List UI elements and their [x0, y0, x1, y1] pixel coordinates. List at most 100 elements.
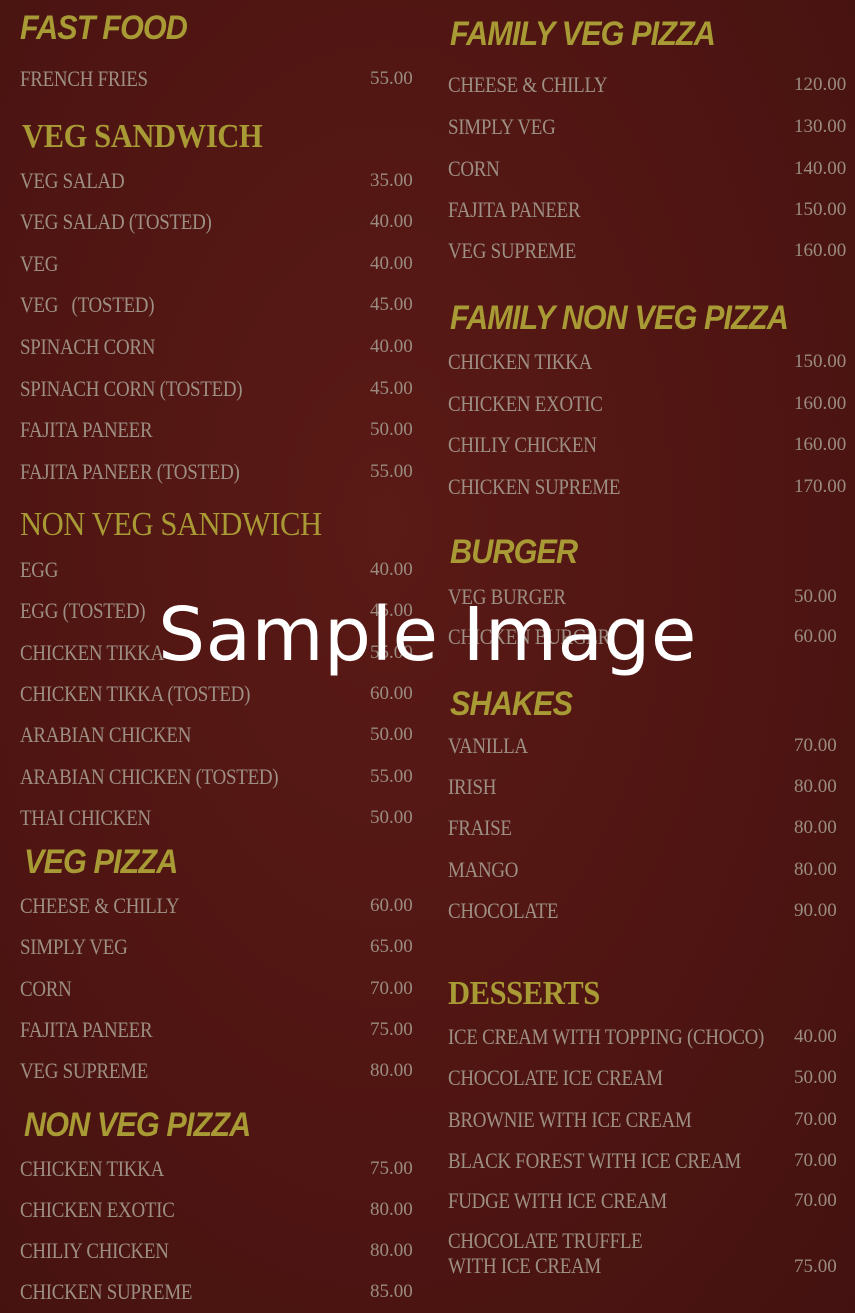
menu-item: VEG SALAD (TOSTED) 40.00	[0, 207, 430, 237]
item-name: CHEESE & CHILLY	[20, 893, 180, 918]
item-price: 60.00	[370, 683, 413, 704]
item-name: FAJITA PANEER	[20, 1017, 153, 1042]
item-price: 50.00	[370, 807, 413, 828]
menu-item: FAJITA PANEER 50.00	[0, 415, 430, 445]
menu-item: CHICKEN TIKKA (TOSTED) 60.00	[0, 679, 430, 709]
section-heading-veg-sandwich: VEG SANDWICH	[22, 118, 263, 155]
item-name: CORN	[20, 976, 72, 1001]
item-name: ARABIAN CHICKEN	[20, 722, 192, 747]
item-name: CHICKEN TIKKA	[20, 1156, 164, 1181]
item-price: 45.00	[370, 378, 413, 399]
item-name: CHOCOLATE TRUFFLE WITH ICE CREAM	[448, 1228, 643, 1278]
item-name: VEG SALAD (TOSTED)	[20, 209, 212, 234]
menu-item: FAJITA PANEER 75.00	[0, 1015, 430, 1045]
menu-item: ICE CREAM WITH TOPPING (CHOCO) 40.00	[440, 1022, 855, 1052]
item-price: 45.00	[370, 294, 413, 315]
item-price: 50.00	[794, 1067, 837, 1088]
item-name: CHOCOLATE ICE CREAM	[448, 1065, 663, 1090]
item-price: 150.00	[794, 351, 847, 372]
item-name: FAJITA PANEER (TOSTED)	[20, 459, 240, 484]
item-name: CHICKEN TIKKA (TOSTED)	[20, 681, 251, 706]
item-price: 40.00	[370, 211, 413, 232]
menu-item: BROWNIE WITH ICE CREAM 70.00	[440, 1105, 855, 1135]
item-price: 75.00	[370, 1158, 413, 1179]
item-price: 70.00	[794, 1109, 837, 1130]
item-price: 40.00	[794, 1026, 837, 1047]
item-name: ARABIAN CHICKEN (TOSTED)	[20, 764, 279, 789]
menu-item: CHICKEN EXOTIC 80.00	[0, 1195, 430, 1225]
item-name: VEG SALAD	[20, 168, 125, 193]
item-price: 160.00	[794, 393, 847, 414]
menu-item: CHOCOLATE ICE CREAM 50.00	[440, 1063, 855, 1093]
item-price: 35.00	[370, 170, 413, 191]
item-price: 90.00	[794, 900, 837, 921]
menu-item: SPINACH CORN 40.00	[0, 332, 430, 362]
item-price: 70.00	[794, 1150, 837, 1171]
item-price: 50.00	[370, 419, 413, 440]
item-price: 40.00	[370, 559, 413, 580]
item-name: FRENCH FRIES	[20, 66, 148, 91]
item-price: 40.00	[370, 336, 413, 357]
section-heading-veg-pizza: VEG PIZZA	[24, 843, 178, 881]
menu-item: BLACK FOREST WITH ICE CREAM 70.00	[440, 1146, 855, 1176]
menu-item: VEG SALAD 35.00	[0, 166, 430, 196]
item-name: CHICKEN SUPREME	[448, 474, 621, 499]
item-name: VANILLA	[448, 733, 528, 758]
menu-item: VEG SUPREME 160.00	[440, 236, 855, 266]
menu-item: VEG (TOSTED) 45.00	[0, 290, 430, 320]
section-heading-desserts: DESSERTS	[448, 975, 600, 1012]
item-name: VEG (TOSTED)	[20, 292, 155, 317]
menu-item: FRAISE 80.00	[440, 813, 855, 843]
menu-item: VEG SUPREME 80.00	[0, 1056, 430, 1086]
section-heading-family-non-veg-pizza: FAMILY NON VEG PIZZA	[450, 299, 789, 337]
item-name: SPINACH CORN (TOSTED)	[20, 376, 243, 401]
item-price: 70.00	[794, 735, 837, 756]
item-name: FAJITA PANEER	[448, 197, 581, 222]
menu-item: CHEESE & CHILLY 60.00	[0, 891, 430, 921]
item-price: 65.00	[370, 936, 413, 957]
item-name: CHICKEN TIKKA	[448, 349, 592, 374]
menu-item: FRENCH FRIES 55.00	[0, 64, 430, 94]
item-name: BROWNIE WITH ICE CREAM	[448, 1107, 692, 1132]
menu-item: FAJITA PANEER 150.00	[440, 195, 855, 225]
item-name: EGG	[20, 557, 59, 582]
menu-item: THAI CHICKEN 50.00	[0, 803, 430, 833]
menu-item: CORN 70.00	[0, 974, 430, 1004]
item-price: 140.00	[794, 158, 847, 179]
item-price: 80.00	[370, 1240, 413, 1261]
item-price: 80.00	[794, 859, 837, 880]
menu-item: CHILIY CHICKEN 80.00	[0, 1236, 430, 1266]
item-price: 70.00	[794, 1190, 837, 1211]
menu-item: VEG 40.00	[0, 249, 430, 279]
menu-item: SIMPLY VEG 130.00	[440, 112, 855, 142]
menu-item: FUDGE WITH ICE CREAM 70.00	[440, 1186, 855, 1216]
menu-item: CHOCOLATE 90.00	[440, 896, 855, 926]
menu-item: IRISH 80.00	[440, 772, 855, 802]
item-price: 60.00	[370, 895, 413, 916]
item-price: 160.00	[794, 240, 847, 261]
menu-item: CHICKEN TIKKA 75.00	[0, 1154, 430, 1184]
item-price: 75.00	[370, 1019, 413, 1040]
menu-item: CHICKEN SUPREME 170.00	[440, 472, 855, 502]
menu-item: ARABIAN CHICKEN (TOSTED) 55.00	[0, 762, 430, 792]
item-price: 85.00	[370, 1281, 413, 1302]
menu-item: CORN 140.00	[440, 154, 855, 184]
item-name: CHICKEN EXOTIC	[448, 391, 603, 416]
item-price: 130.00	[794, 116, 847, 137]
menu-item: CHOCOLATE TRUFFLE WITH ICE CREAM 75.00	[440, 1228, 855, 1282]
item-price: 55.00	[370, 461, 413, 482]
item-name: FRAISE	[448, 815, 512, 840]
item-name: SPINACH CORN	[20, 334, 156, 359]
item-price: 80.00	[370, 1060, 413, 1081]
item-name: CHICKEN SUPREME	[20, 1279, 193, 1304]
menu-item: VANILLA 70.00	[440, 731, 855, 761]
item-price: 55.00	[370, 68, 413, 89]
item-price: 50.00	[370, 724, 413, 745]
menu-item: CHICKEN SUPREME 85.00	[0, 1277, 430, 1307]
item-price: 170.00	[794, 476, 847, 497]
item-price: 120.00	[794, 74, 847, 95]
item-price: 55.00	[370, 766, 413, 787]
item-name: CHILIY CHICKEN	[20, 1238, 169, 1263]
item-name: VEG SUPREME	[448, 238, 577, 263]
item-price: 160.00	[794, 434, 847, 455]
